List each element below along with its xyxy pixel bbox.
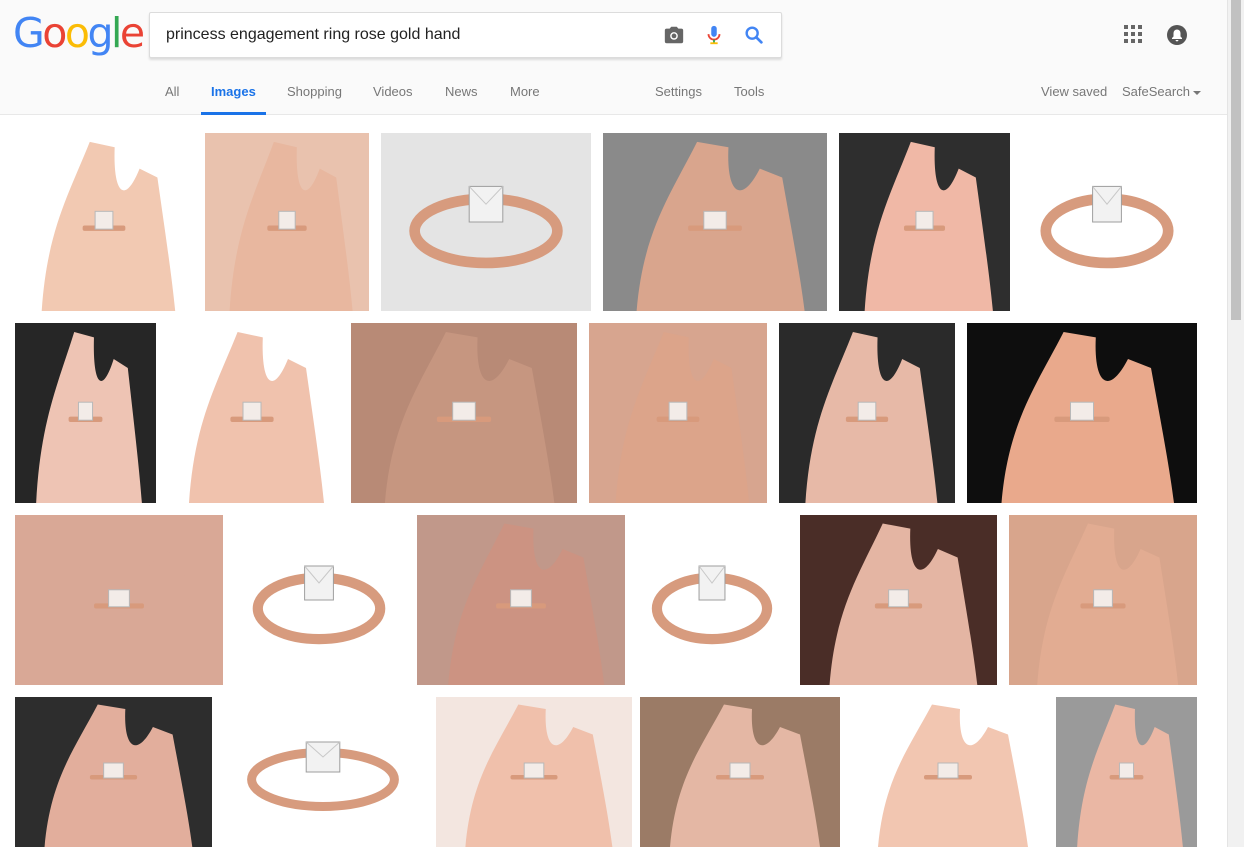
image-thumbnail <box>589 323 767 503</box>
image-thumbnail <box>15 515 223 685</box>
image-thumbnail <box>15 323 156 503</box>
image-thumbnail <box>205 133 369 311</box>
image-result[interactable] <box>967 323 1197 503</box>
image-thumbnail <box>631 515 793 685</box>
image-result[interactable] <box>640 697 840 847</box>
image-result[interactable] <box>839 133 1010 311</box>
image-thumbnail <box>218 697 428 847</box>
image-thumbnail <box>162 323 342 503</box>
image-result[interactable] <box>1056 697 1197 847</box>
image-thumbnail <box>381 133 591 311</box>
image-result[interactable] <box>15 323 156 503</box>
image-thumbnail <box>848 697 1048 847</box>
image-result[interactable] <box>800 515 997 685</box>
image-thumbnail <box>1009 515 1197 685</box>
image-result[interactable] <box>417 515 625 685</box>
image-result[interactable] <box>351 323 577 503</box>
scrollbar-thumb[interactable] <box>1231 0 1241 320</box>
image-thumbnail <box>967 323 1197 503</box>
image-result[interactable] <box>162 323 342 503</box>
image-result[interactable] <box>15 133 193 311</box>
image-thumbnail <box>15 133 193 311</box>
image-thumbnail <box>229 515 409 685</box>
image-result[interactable] <box>229 515 409 685</box>
image-result[interactable] <box>218 697 428 847</box>
image-thumbnail <box>1017 133 1197 311</box>
scrollbar[interactable] <box>1227 0 1244 847</box>
image-thumbnail <box>800 515 997 685</box>
image-result[interactable] <box>631 515 793 685</box>
image-thumbnail <box>351 323 577 503</box>
image-thumbnail <box>15 697 212 847</box>
image-result[interactable] <box>589 323 767 503</box>
image-thumbnail <box>417 515 625 685</box>
image-thumbnail <box>640 697 840 847</box>
image-thumbnail <box>779 323 955 503</box>
image-results-grid <box>0 0 1227 847</box>
image-result[interactable] <box>779 323 955 503</box>
image-result[interactable] <box>15 515 223 685</box>
image-result[interactable] <box>1017 133 1197 311</box>
image-thumbnail <box>839 133 1010 311</box>
image-result[interactable] <box>205 133 369 311</box>
image-result[interactable] <box>603 133 827 311</box>
image-result[interactable] <box>848 697 1048 847</box>
image-thumbnail <box>1056 697 1197 847</box>
image-result[interactable] <box>436 697 632 847</box>
image-thumbnail <box>603 133 827 311</box>
image-result[interactable] <box>15 697 212 847</box>
image-result[interactable] <box>381 133 591 311</box>
image-thumbnail <box>436 697 632 847</box>
image-result[interactable] <box>1009 515 1197 685</box>
